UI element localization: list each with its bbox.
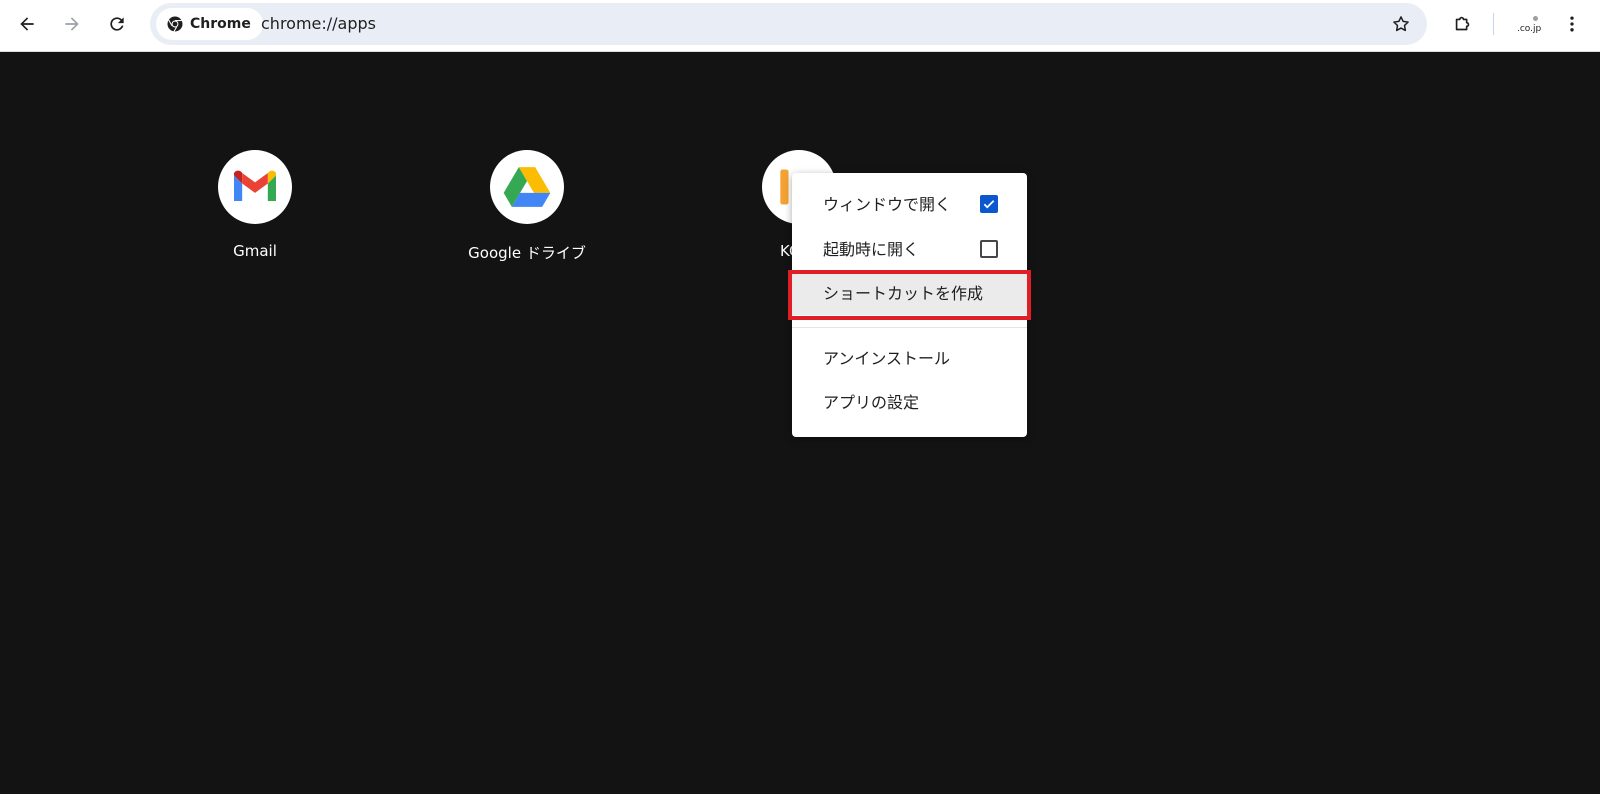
more-vert-icon: [1570, 16, 1574, 32]
menu-item-open-at-startup[interactable]: 起動時に開く: [792, 229, 1027, 271]
extensions-button[interactable]: [1445, 6, 1481, 42]
app-gmail[interactable]: Gmail: [165, 150, 345, 260]
google-drive-icon: [503, 167, 551, 207]
menu-item-label: アンインストール: [823, 349, 951, 368]
reload-icon: [110, 17, 124, 31]
menu-item-app-settings[interactable]: アプリの設定: [792, 382, 1027, 424]
reload-button[interactable]: [99, 6, 135, 42]
chip-label: Chrome: [190, 16, 251, 32]
browser-toolbar: Chrome chrome://apps .co.jp: [0, 0, 1600, 52]
extensions-puzzle-icon: [1455, 16, 1470, 31]
app-label: Google ドライブ: [468, 244, 586, 262]
bookmark-button[interactable]: [1383, 6, 1419, 42]
toolbar-divider: [1493, 13, 1494, 35]
app-label: Gmail: [233, 242, 277, 260]
checkmark-icon: [983, 200, 995, 209]
chrome-logo-icon: [167, 16, 183, 33]
app-icon[interactable]: [218, 150, 292, 224]
profile-dot: [1533, 16, 1538, 21]
menu-item-label: アプリの設定: [823, 393, 920, 412]
menu-item-label: 起動時に開く: [823, 240, 920, 259]
back-arrow-icon: [20, 17, 34, 31]
gmail-icon: [234, 170, 276, 201]
menu-item-uninstall[interactable]: アンインストール: [792, 338, 1027, 380]
profile-button[interactable]: .co.jp: [1511, 8, 1545, 42]
app-icon[interactable]: [490, 150, 564, 224]
address-bar[interactable]: Chrome chrome://apps: [150, 3, 1427, 45]
highlight-box: [788, 270, 1031, 320]
forward-button[interactable]: [54, 6, 90, 42]
open-as-window-checkbox[interactable]: [980, 195, 998, 213]
back-button[interactable]: [9, 6, 45, 42]
forward-arrow-icon: [65, 17, 79, 31]
app-google-drive[interactable]: Google ドライブ: [437, 150, 617, 263]
menu-divider: [792, 327, 1027, 328]
profile-label: .co.jp: [1517, 24, 1542, 34]
menu-item-open-as-window[interactable]: ウィンドウで開く: [792, 184, 1027, 226]
url-text[interactable]: chrome://apps: [261, 3, 376, 45]
site-info-chip[interactable]: Chrome: [156, 8, 263, 40]
bookmark-star-icon: [1393, 16, 1409, 32]
menu-item-label: ウィンドウで開く: [823, 195, 952, 214]
menu-button[interactable]: [1554, 6, 1590, 42]
open-at-startup-checkbox[interactable]: [980, 240, 998, 258]
